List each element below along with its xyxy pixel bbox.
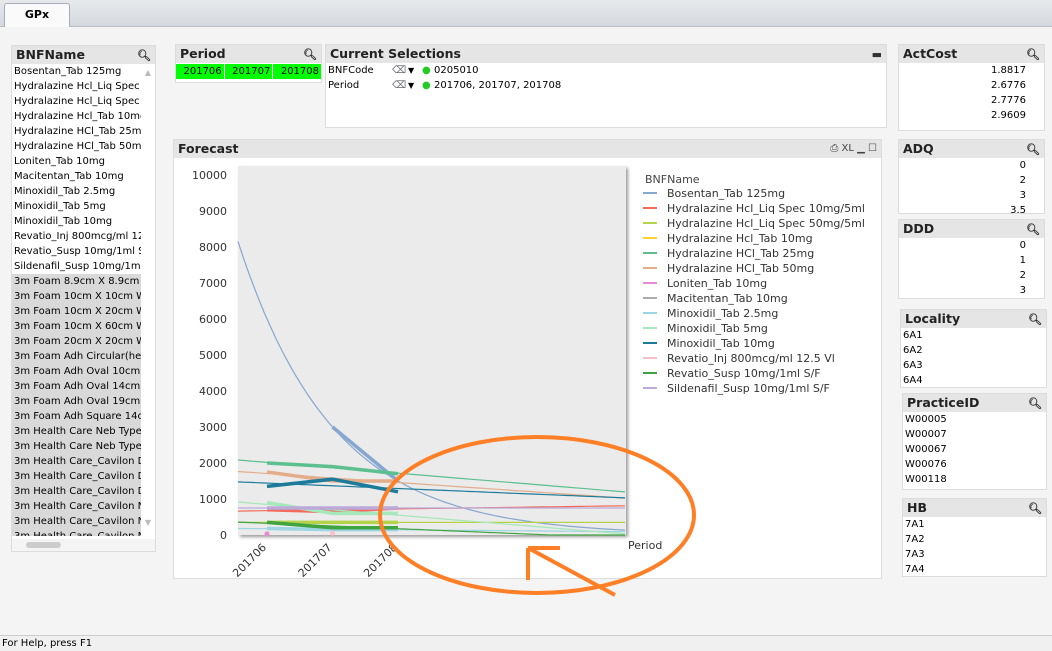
list-item[interactable]: 2.7776	[899, 93, 1044, 108]
actcost-listbox[interactable]: ActCost 🔍︎ 1.8817 2.6776 2.7776 2.9609	[898, 44, 1045, 131]
practiceid-listbox[interactable]: PracticeID 🔍︎ W00005 W00007 W00067 W00076…	[902, 393, 1047, 490]
practiceid-header: PracticeID 🔍︎	[903, 394, 1046, 412]
plot-area	[238, 166, 626, 535]
list-item[interactable]: 6A3	[901, 358, 1046, 373]
list-item[interactable]: 7A4	[903, 562, 1046, 576]
hb-listbox[interactable]: HB 🔍︎ 7A1 7A2 7A3 7A4	[902, 498, 1047, 577]
list-item[interactable]: W00005	[903, 412, 1046, 427]
list-item[interactable]: 3	[899, 188, 1044, 203]
actcost-header: ActCost 🔍︎	[899, 45, 1044, 63]
y-tick-label: 2000	[199, 457, 227, 470]
legend-item[interactable]: Revatio_Inj 800mcg/ml 12.5 Vl	[667, 352, 835, 365]
list-item[interactable]: 1	[899, 253, 1044, 268]
adq-title: ADQ	[903, 141, 934, 156]
search-icon[interactable]: 🔍︎	[1026, 221, 1040, 239]
adq-listbox[interactable]: ADQ 🔍︎ 0 2 3 3.5	[898, 139, 1045, 214]
legend-item[interactable]: Minoxidil_Tab 2.5mg	[667, 307, 778, 320]
y-tick-label: 0	[220, 529, 227, 542]
list-item[interactable]: W00076	[903, 457, 1046, 472]
y-tick-label: 3000	[199, 421, 227, 434]
legend-item[interactable]: Minoxidil_Tab 10mg	[667, 337, 775, 350]
search-icon[interactable]: 🔍︎	[1026, 141, 1040, 159]
legend-item[interactable]: Macitentan_Tab 10mg	[667, 292, 788, 305]
ddd-listbox[interactable]: DDD 🔍︎ 0 1 2 3	[898, 219, 1045, 299]
list-item[interactable]: 3	[899, 283, 1044, 298]
legend-item[interactable]: Hydralazine Hcl_Liq Spec 50mg/5ml	[667, 217, 865, 230]
legend-item[interactable]: Hydralazine HCl_Tab 25mg	[667, 247, 814, 260]
x-axis-label: Period	[628, 539, 662, 552]
y-tick-label: 10000	[192, 169, 227, 182]
legend-item[interactable]: Bosentan_Tab 125mg	[667, 187, 785, 200]
locality-title: Locality	[905, 311, 961, 326]
hb-header: HB 🔍︎	[903, 499, 1046, 517]
search-icon[interactable]: 🔍︎	[1028, 500, 1042, 518]
actcost-title: ActCost	[903, 46, 958, 61]
search-icon[interactable]: 🔍︎	[1028, 311, 1042, 329]
legend-item[interactable]: Revatio_Susp 10mg/1ml S/F	[667, 367, 821, 380]
legend-item[interactable]: Sildenafil_Susp 10mg/1ml S/F	[667, 382, 830, 395]
list-item[interactable]: 2	[899, 268, 1044, 283]
series-point	[330, 530, 335, 536]
list-item[interactable]: 6A1	[901, 328, 1046, 343]
locality-listbox[interactable]: Locality 🔍︎ 6A1 6A2 6A3 6A4	[900, 309, 1047, 388]
forecast-chart: 0 1000 2000 3000 4000 5000 6000 7000 8000 9000 100…	[192, 166, 865, 580]
search-icon[interactable]: 🔍︎	[1028, 395, 1042, 413]
hb-title: HB	[907, 500, 927, 515]
list-item[interactable]: 6A4	[901, 373, 1046, 387]
list-item[interactable]: 2.9609	[899, 108, 1044, 123]
adq-header: ADQ 🔍︎	[899, 140, 1044, 158]
locality-header: Locality 🔍︎	[901, 310, 1046, 328]
list-item[interactable]: 2	[899, 173, 1044, 188]
ddd-header: DDD 🔍︎	[899, 220, 1044, 238]
list-item[interactable]: 6A2	[901, 343, 1046, 358]
series-point	[264, 531, 270, 537]
x-tick-label: 201706	[230, 541, 269, 580]
x-tick-label: 201708	[361, 541, 400, 580]
x-tick-label: 201707	[296, 541, 335, 580]
list-item[interactable]: W00118	[903, 472, 1046, 487]
search-icon[interactable]: 🔍︎	[1026, 46, 1040, 64]
ddd-title: DDD	[903, 221, 935, 236]
legend-item[interactable]: Loniten_Tab 10mg	[667, 277, 767, 290]
list-item[interactable]: 7A2	[903, 532, 1046, 547]
list-item[interactable]: 7A3	[903, 547, 1046, 562]
y-tick-label: 6000	[199, 313, 227, 326]
legend-item[interactable]: Minoxidil_Tab 5mg	[667, 322, 768, 335]
legend-item[interactable]: Hydralazine Hcl_Tab 10mg	[667, 232, 813, 245]
y-tick-label: 5000	[199, 349, 227, 362]
legend-item[interactable]: Hydralazine Hcl_Liq Spec 10mg/5ml	[667, 202, 865, 215]
y-tick-label: 4000	[199, 385, 227, 398]
list-item[interactable]: 1.8817	[899, 63, 1044, 78]
list-item[interactable]: W00067	[903, 442, 1046, 457]
list-item[interactable]: 2.6776	[899, 78, 1044, 93]
legend-item[interactable]: Hydralazine HCl_Tab 50mg	[667, 262, 814, 275]
y-tick-label: 1000	[199, 493, 227, 506]
y-tick-label: 7000	[199, 277, 227, 290]
y-tick-label: 8000	[199, 241, 227, 254]
practiceid-title: PracticeID	[907, 395, 980, 410]
list-item[interactable]: 3.5	[899, 203, 1044, 213]
status-bar: For Help, press F1	[0, 635, 1052, 651]
list-item[interactable]: 7A1	[903, 517, 1046, 532]
legend-title: BNFName	[645, 173, 700, 186]
list-item[interactable]: 0	[899, 238, 1044, 253]
list-item[interactable]: W00007	[903, 427, 1046, 442]
y-tick-label: 9000	[199, 205, 227, 218]
list-item[interactable]: 0	[899, 158, 1044, 173]
